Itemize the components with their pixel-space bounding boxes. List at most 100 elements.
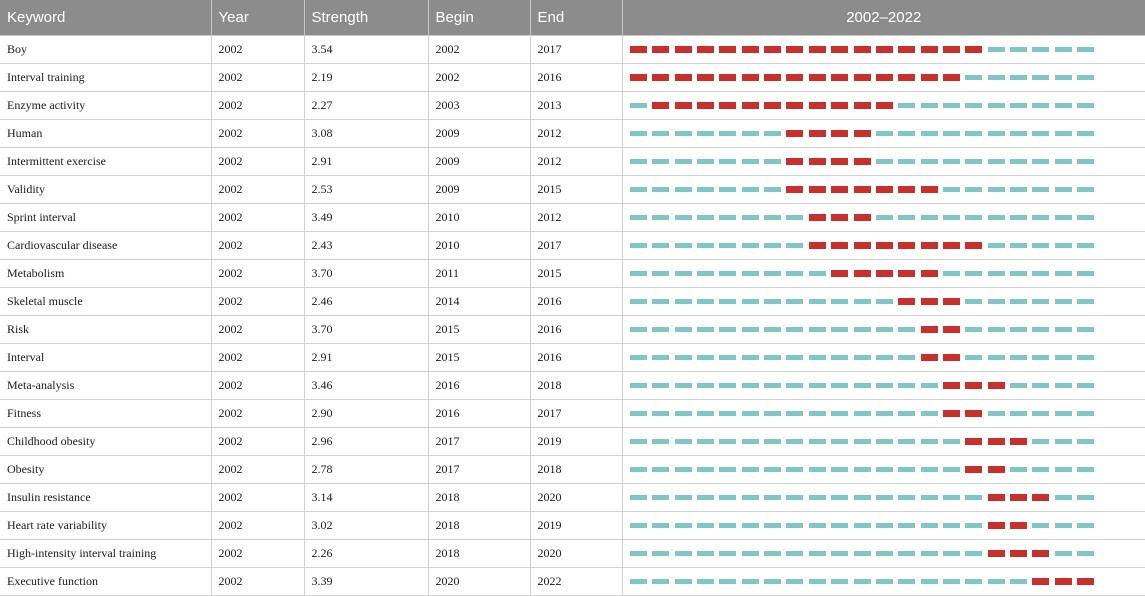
burst-segment [719, 74, 736, 81]
cell-begin: 2016 [428, 400, 530, 428]
baseline-segment [719, 299, 736, 304]
cell-year: 2002 [211, 344, 304, 372]
baseline-segment [719, 131, 736, 136]
table-row: Fitness20022.9020162017 [0, 400, 1145, 428]
cell-begin: 2002 [428, 64, 530, 92]
baseline-segment [719, 187, 736, 192]
baseline-segment [898, 439, 915, 444]
table-row: Heart rate variability20023.0220182019 [0, 512, 1145, 540]
cell-end: 2022 [530, 568, 622, 596]
burst-segment [786, 186, 803, 193]
baseline-segment [1032, 299, 1049, 304]
baseline-segment [898, 467, 915, 472]
burst-segment [1032, 494, 1049, 501]
burst-segment [898, 46, 915, 53]
baseline-segment [921, 383, 938, 388]
baseline-segment [1055, 103, 1072, 108]
baseline-segment [1010, 355, 1027, 360]
cell-keyword: Human [0, 120, 211, 148]
baseline-segment [988, 271, 1005, 276]
burst-segment [831, 158, 848, 165]
burst-segment [742, 102, 759, 109]
cell-keyword: Interval [0, 344, 211, 372]
table-row: Intermittent exercise20022.9120092012 [0, 148, 1145, 176]
baseline-segment [965, 159, 982, 164]
cell-end: 2016 [530, 64, 622, 92]
baseline-segment [988, 243, 1005, 248]
baseline-segment [1077, 523, 1094, 528]
cell-end: 2016 [530, 288, 622, 316]
baseline-segment [1055, 271, 1072, 276]
baseline-segment [876, 355, 893, 360]
baseline-segment [854, 523, 871, 528]
cell-end: 2018 [530, 456, 622, 484]
baseline-segment [921, 103, 938, 108]
baseline-segment [742, 271, 759, 276]
baseline-segment [1032, 355, 1049, 360]
baseline-segment [719, 495, 736, 500]
baseline-segment [1010, 215, 1027, 220]
baseline-segment [652, 299, 669, 304]
baseline-segment [1032, 215, 1049, 220]
cell-strength: 3.54 [304, 36, 428, 64]
burst-segment [921, 298, 938, 305]
baseline-segment [1077, 355, 1094, 360]
table-row: Metabolism20023.7020112015 [0, 260, 1145, 288]
cell-begin: 2011 [428, 260, 530, 288]
burst-segment [965, 382, 982, 389]
cell-strength: 2.90 [304, 400, 428, 428]
cell-keyword: Executive function [0, 568, 211, 596]
cell-end: 2017 [530, 400, 622, 428]
cell-end: 2018 [530, 372, 622, 400]
baseline-segment [1055, 383, 1072, 388]
baseline-segment [786, 383, 803, 388]
burst-segment [786, 74, 803, 81]
baseline-segment [742, 187, 759, 192]
baseline-segment [854, 327, 871, 332]
baseline-segment [697, 579, 714, 584]
timeline-track [623, 120, 1145, 147]
baseline-segment [652, 159, 669, 164]
baseline-segment [675, 131, 692, 136]
cell-timeline [622, 204, 1145, 232]
cell-begin: 2018 [428, 512, 530, 540]
baseline-segment [630, 355, 647, 360]
burst-segment [831, 186, 848, 193]
header-begin: Begin [428, 0, 530, 36]
burst-segment [1077, 578, 1094, 585]
baseline-segment [831, 411, 848, 416]
cell-timeline [622, 484, 1145, 512]
cell-strength: 2.26 [304, 540, 428, 568]
cell-year: 2002 [211, 260, 304, 288]
cell-keyword: High-intensity interval training [0, 540, 211, 568]
baseline-segment [898, 215, 915, 220]
baseline-segment [943, 495, 960, 500]
baseline-segment [764, 523, 781, 528]
burst-segment [965, 242, 982, 249]
baseline-segment [697, 215, 714, 220]
baseline-segment [652, 439, 669, 444]
burst-segment [831, 270, 848, 277]
burst-segment [988, 550, 1005, 557]
timeline-track [623, 288, 1145, 315]
burst-segment [764, 102, 781, 109]
baseline-segment [898, 383, 915, 388]
burst-segment [809, 214, 826, 221]
baseline-segment [1010, 411, 1027, 416]
baseline-segment [764, 187, 781, 192]
table-row: Enzyme activity20022.2720032013 [0, 92, 1145, 120]
burst-segment [854, 186, 871, 193]
baseline-segment [854, 467, 871, 472]
table-row: Insulin resistance20023.1420182020 [0, 484, 1145, 512]
cell-year: 2002 [211, 120, 304, 148]
baseline-segment [1032, 47, 1049, 52]
burst-segment [831, 102, 848, 109]
baseline-segment [652, 523, 669, 528]
baseline-segment [1032, 131, 1049, 136]
burst-segment [809, 102, 826, 109]
cell-timeline [622, 288, 1145, 316]
baseline-segment [786, 243, 803, 248]
cell-keyword: Interval training [0, 64, 211, 92]
burst-segment [675, 74, 692, 81]
baseline-segment [831, 439, 848, 444]
